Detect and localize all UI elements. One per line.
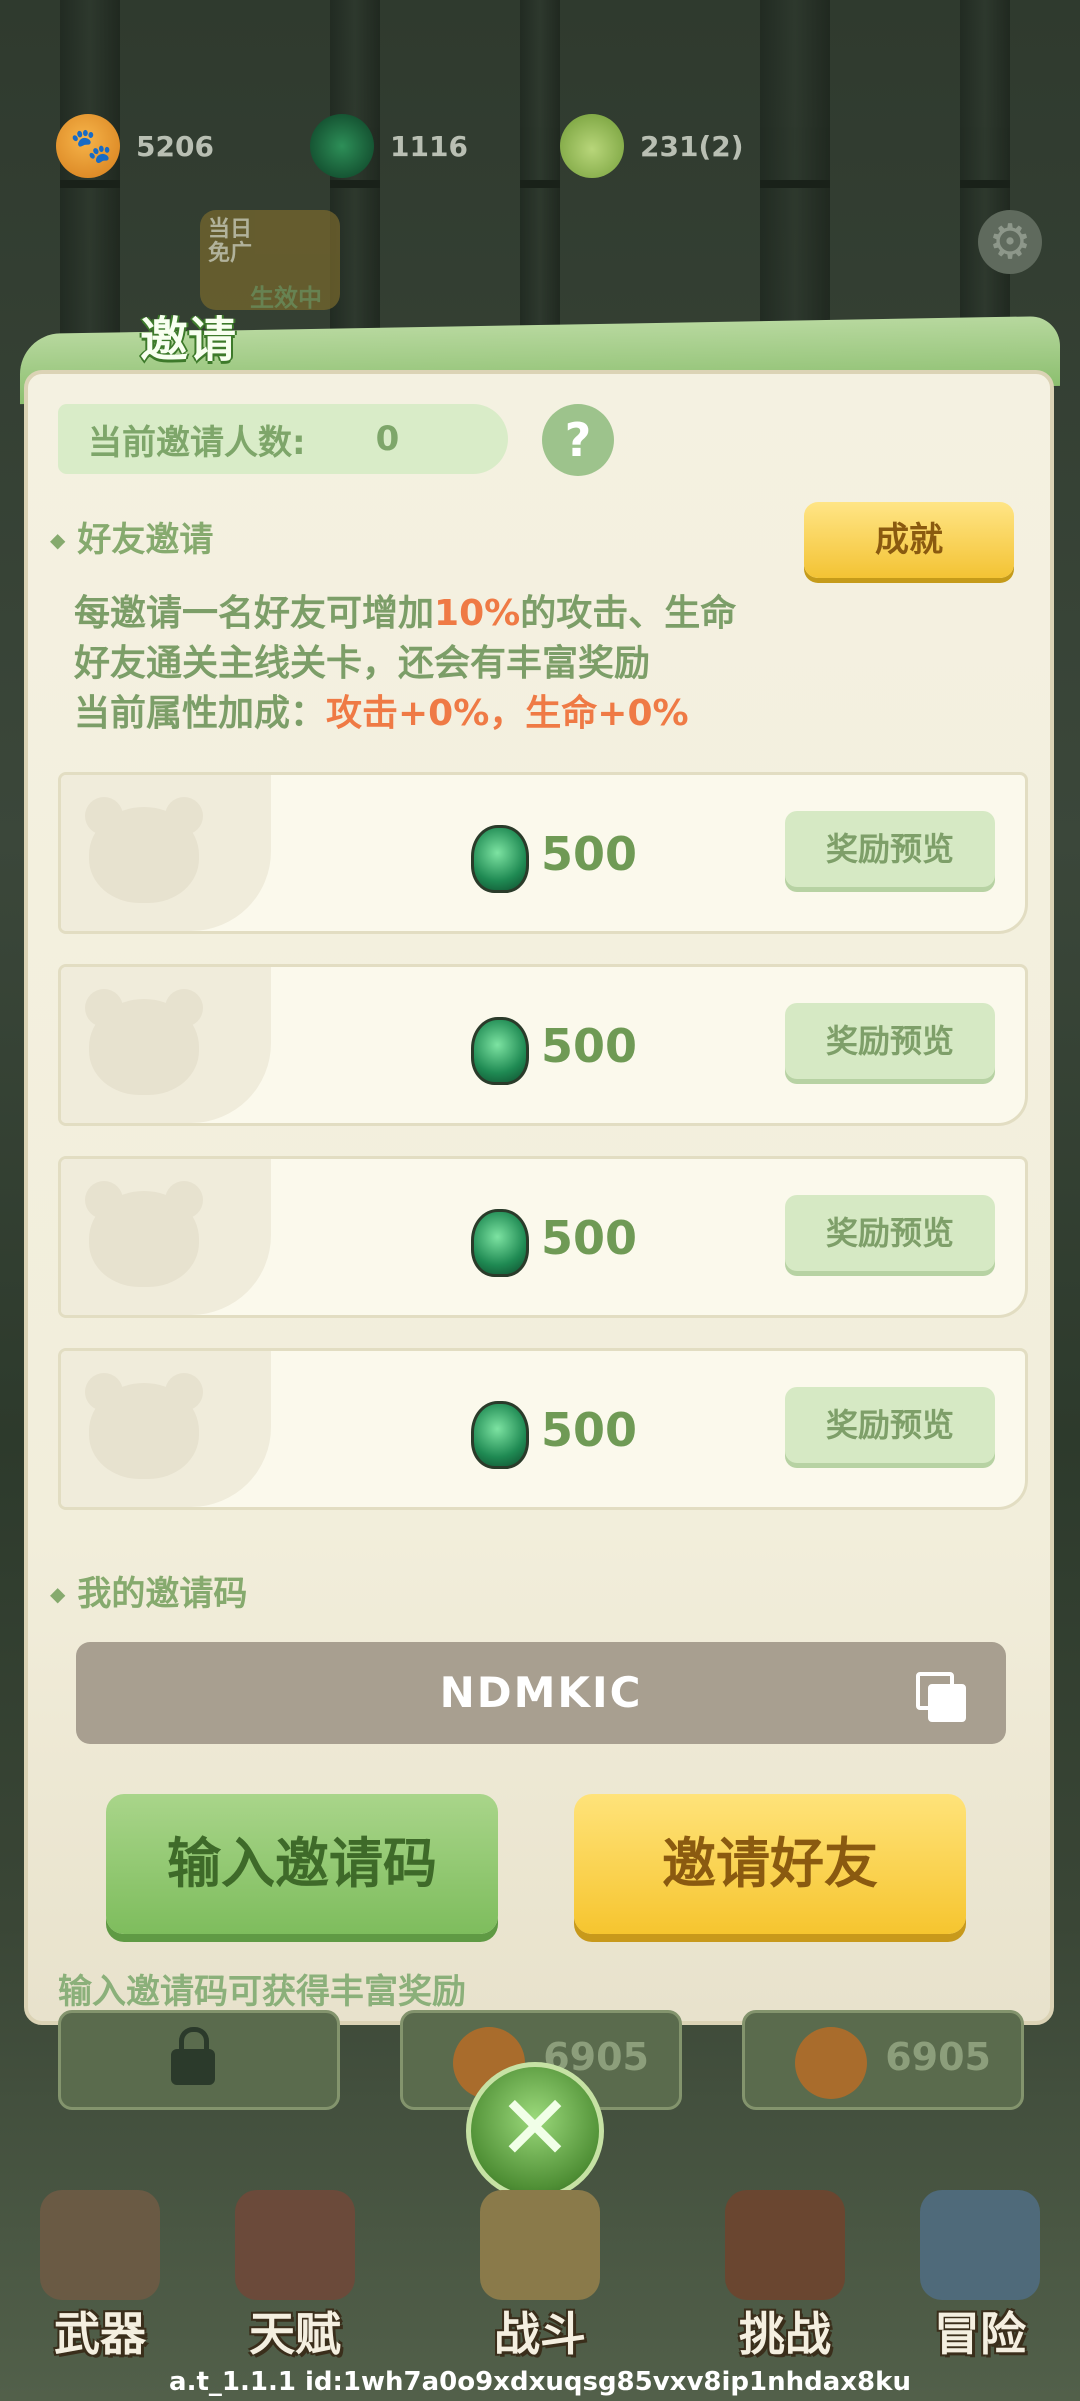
help-button[interactable]: ? [542, 404, 614, 476]
bamboo-shoot-icon [560, 114, 624, 178]
currency-value: 231(2) [640, 129, 744, 163]
reward-amount: 500 [541, 1211, 638, 1265]
slot-value: 6905 [885, 2035, 991, 2079]
currency-paw: 5206 [56, 110, 214, 182]
copy-icon[interactable] [916, 1672, 966, 1722]
invite-dialog: 当前邀请人数: 0 ? 好友邀请 成就 每邀请一名好友可增加10%的攻击、生命 … [24, 370, 1054, 2025]
lock-icon [171, 2027, 215, 2085]
reward-row: 500 奖励预览 [58, 1348, 1028, 1510]
reward-preview-button[interactable]: 奖励预览 [785, 811, 995, 887]
paw-coin-icon [56, 114, 120, 178]
section-friend-invite: 好友邀请 [50, 512, 213, 561]
nav-label: 冒险 [934, 2307, 1026, 2361]
invite-count-pill: 当前邀请人数: 0 [58, 404, 508, 474]
desc-line-3: 当前属性加成：攻击+0%，生命+0% [74, 693, 689, 734]
currency-value: 1116 [390, 129, 468, 163]
bear-avatar-placeholder-icon [85, 1373, 203, 1479]
nav-weapon[interactable]: 武器 [0, 2180, 200, 2370]
build-id-text: a.t_1.1.1 id:1wh7a0o9xdxuqsg85vxv8ip1nhd… [169, 2367, 911, 2397]
invite-code-value: NDMKIC [439, 1668, 643, 1717]
nav-label: 天赋 [249, 2307, 341, 2361]
locked-slot [58, 2010, 340, 2110]
paw-coin-icon [795, 2027, 867, 2099]
invite-code-field: NDMKIC [76, 1642, 1006, 1744]
bear-avatar-placeholder-icon [85, 1181, 203, 1287]
axe-icon [40, 2190, 160, 2300]
reward-amount: 500 [541, 1403, 638, 1457]
currency-bamboo: 231(2) [560, 110, 744, 182]
stump-icon [725, 2190, 845, 2300]
reward-row: 500 奖励预览 [58, 1156, 1028, 1318]
reward-preview-button[interactable]: 奖励预览 [785, 1387, 995, 1463]
bear-avatar-placeholder-icon [85, 989, 203, 1095]
enter-invite-code-button[interactable]: 输入邀请码 [106, 1794, 498, 1934]
green-gem-icon [471, 1209, 529, 1277]
nav-label: 武器 [54, 2307, 146, 2361]
modal-title: 邀请 [140, 312, 237, 368]
nav-adventure[interactable]: 冒险 [880, 2180, 1080, 2370]
green-gem-icon [310, 114, 374, 178]
invite-hint-text: 输入邀请码可获得丰富奖励 [58, 1972, 466, 2012]
scroll-icon [480, 2190, 600, 2300]
achievement-button[interactable]: 成就 [804, 502, 1014, 578]
desc-line-2: 好友通关主线关卡，还会有丰富奖励 [74, 643, 651, 684]
reward-amount: 500 [541, 1019, 638, 1073]
paw-slot: 6905 [742, 2010, 1024, 2110]
gear-icon[interactable]: ⚙ [978, 210, 1042, 274]
nav-label: 挑战 [739, 2307, 831, 2361]
invite-count-label: 当前邀请人数: [88, 422, 306, 463]
green-gem-icon [471, 825, 529, 893]
currency-gem: 1116 [310, 110, 468, 182]
reward-row: 500 奖励预览 [58, 772, 1028, 934]
reward-preview-button[interactable]: 奖励预览 [785, 1195, 995, 1271]
section-my-invite-code: 我的邀请码 [50, 1566, 247, 1615]
book-icon [235, 2190, 355, 2300]
reward-row: 500 奖励预览 [58, 964, 1028, 1126]
invite-count-value: 0 [375, 419, 400, 459]
map-icon [920, 2190, 1040, 2300]
nav-challenge[interactable]: 挑战 [685, 2180, 885, 2370]
reward-amount: 500 [541, 827, 638, 881]
desc-line-1: 每邀请一名好友可增加10%的攻击、生命 [74, 593, 737, 634]
reward-preview-button[interactable]: 奖励预览 [785, 1003, 995, 1079]
nav-label: 战斗 [494, 2307, 586, 2361]
invite-friend-button[interactable]: 邀请好友 [574, 1794, 966, 1934]
nav-battle[interactable]: 战斗 [440, 2180, 640, 2370]
bear-avatar-placeholder-icon [85, 797, 203, 903]
green-gem-icon [471, 1017, 529, 1085]
currency-value: 5206 [136, 129, 214, 163]
green-gem-icon [471, 1401, 529, 1469]
nav-talent[interactable]: 天赋 [195, 2180, 395, 2370]
